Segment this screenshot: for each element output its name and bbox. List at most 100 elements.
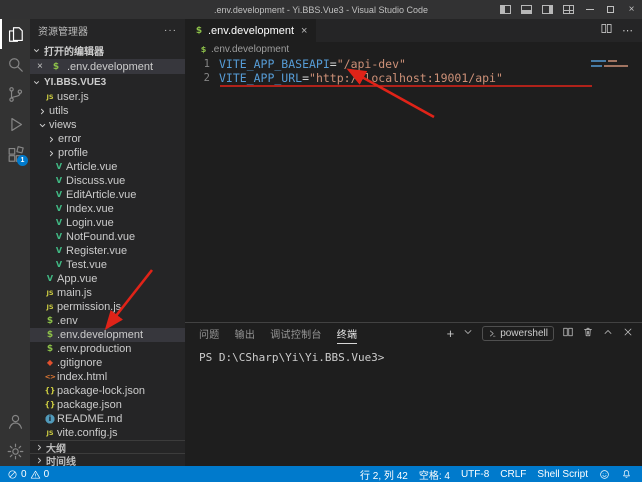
file-label: error [58,133,81,145]
encoding[interactable]: UTF-8 [461,469,489,480]
tree-folder-profile[interactable]: profile [30,146,185,160]
tree-file-NotFound.vue[interactable]: VNotFound.vue [30,230,185,244]
close-icon[interactable]: × [37,61,45,72]
tree-file-permission.js[interactable]: JSpermission.js [30,300,185,314]
chevron-right-icon [33,443,45,452]
toggle-panel-icon[interactable] [516,0,537,19]
search-icon[interactable] [0,49,30,79]
tree-folder-error[interactable]: error [30,132,185,146]
cursor-position[interactable]: 行 2, 列 42 [360,467,408,482]
indentation[interactable]: 空格: 4 [419,467,450,482]
open-editors-header[interactable]: 打开的编辑器 [30,42,185,59]
file-label: Article.vue [66,161,117,173]
split-terminal-icon[interactable] [562,325,574,343]
tree-file-.env.development[interactable]: $.env.development [30,328,185,342]
shell-selector-button[interactable]: powershell [482,326,554,341]
panel-tab-output[interactable]: 输出 [235,323,256,344]
chevron-down-icon [36,121,49,130]
explorer-sidebar: 资源管理器 ··· 打开的编辑器 × $ .env.development YI… [30,19,185,466]
tab-label: .env.development [208,25,294,37]
file-label: .env [57,315,78,327]
tree-file-package-lock.json[interactable]: {}package-lock.json [30,384,185,398]
tree-file-index.html[interactable]: <>index.html [30,370,185,384]
open-editor-item[interactable]: × $ .env.development [30,59,185,74]
tree-file-Login.vue[interactable]: VLogin.vue [30,216,185,230]
tree-file-Discuss.vue[interactable]: VDiscuss.vue [30,174,185,188]
more-actions-icon[interactable]: ⋯ [622,24,633,37]
vue-file-icon: V [52,258,66,272]
panel-tab-problems[interactable]: 问题 [199,323,220,344]
terminal-dropdown-icon[interactable] [462,325,474,343]
minimize-button[interactable] [579,0,600,19]
info-file-icon: i [43,412,57,426]
tree-file-.gitignore[interactable]: ◆.gitignore [30,356,185,370]
tree-file-Test.vue[interactable]: VTest.vue [30,258,185,272]
sidebar-more-actions-icon[interactable]: ··· [164,25,177,36]
notifications-bell-icon[interactable] [621,469,632,480]
terminal-output[interactable]: PS D:\CSharp\Yi\Yi.BBS.Vue3> [185,344,642,466]
sidebar-title-row: 资源管理器 ··· [30,19,185,42]
toggle-secondary-sidebar-icon[interactable] [537,0,558,19]
customize-layout-icon[interactable] [558,0,579,19]
toggle-primary-sidebar-icon[interactable] [495,0,516,19]
panel-tab-terminal[interactable]: 终端 [337,323,358,344]
eol-sequence[interactable]: CRLF [500,469,526,480]
run-debug-icon[interactable] [0,109,30,139]
breadcrumb[interactable]: $ .env.development [185,42,642,57]
maximize-button[interactable] [600,0,621,19]
env-file-icon: $ [43,314,57,328]
vue-file-icon: V [52,244,66,258]
tab-env-development[interactable]: $ .env.development × [185,19,316,42]
problems-status[interactable]: 0 0 [7,469,49,480]
close-window-button[interactable]: × [621,0,642,19]
new-terminal-icon[interactable]: + [447,326,455,341]
tab-close-icon[interactable]: × [301,25,307,37]
file-label: EditArticle.vue [66,189,136,201]
tree-file-.env.production[interactable]: $.env.production [30,342,185,356]
tree-file-README.md[interactable]: iREADME.md [30,412,185,426]
tree-file-App.vue[interactable]: VApp.vue [30,272,185,286]
line-number: 1 [185,57,219,71]
project-root-label: YI.BBS.VUE3 [44,77,106,88]
file-label: user.js [57,91,89,103]
code-line-1[interactable]: 1VITE_APP_BASEAPI="/api-dev" [185,57,642,71]
tree-file-Article.vue[interactable]: VArticle.vue [30,160,185,174]
explorer-icon[interactable] [0,19,30,49]
tree-file-package.json[interactable]: {}package.json [30,398,185,412]
feedback-smiley-icon[interactable] [599,469,610,480]
maximize-panel-icon[interactable] [602,325,614,343]
tree-file-vite.config.js[interactable]: JSvite.config.js [30,426,185,440]
tree-folder-views[interactable]: views [30,118,185,132]
tree-file-Index.vue[interactable]: VIndex.vue [30,202,185,216]
code-editor[interactable]: 1VITE_APP_BASEAPI="/api-dev"2VITE_APP_UR… [185,57,642,322]
settings-gear-icon[interactable] [0,436,30,466]
tree-file-EditArticle.vue[interactable]: VEditArticle.vue [30,188,185,202]
minimap[interactable] [591,60,639,70]
language-mode[interactable]: Shell Script [537,469,588,480]
file-label: App.vue [57,273,97,285]
split-editor-icon[interactable] [600,22,613,40]
sidebar-section-timeline[interactable]: 时间线 [30,453,185,466]
panel-tab-debug-console[interactable]: 调试控制台 [270,323,322,344]
code-line-2[interactable]: 2VITE_APP_URL="http://localhost:19001/ap… [185,71,642,85]
tree-file-user.js[interactable]: JSuser.js [30,90,185,104]
extensions-icon[interactable]: 1 [0,139,30,169]
tree-file-Register.vue[interactable]: VRegister.vue [30,244,185,258]
source-control-icon[interactable] [0,79,30,109]
panel-tabs: 问题输出调试控制台终端 [199,323,357,344]
account-icon[interactable] [0,406,30,436]
kill-terminal-icon[interactable] [582,325,594,343]
tree-folder-utils[interactable]: utils [30,104,185,118]
open-editors-label: 打开的编辑器 [44,43,104,58]
error-count: 0 [21,469,27,480]
sidebar-section-outline[interactable]: 大纲 [30,440,185,453]
warning-count: 0 [44,469,50,480]
project-root-header[interactable]: YI.BBS.VUE3 [30,74,185,90]
vue-file-icon: V [52,230,66,244]
close-panel-icon[interactable] [622,325,634,343]
file-label: Discuss.vue [66,175,125,187]
tree-file-.env[interactable]: $.env [30,314,185,328]
sidebar-right-icon [542,5,553,14]
tree-file-main.js[interactable]: JSmain.js [30,286,185,300]
vue-file-icon: V [43,272,57,286]
